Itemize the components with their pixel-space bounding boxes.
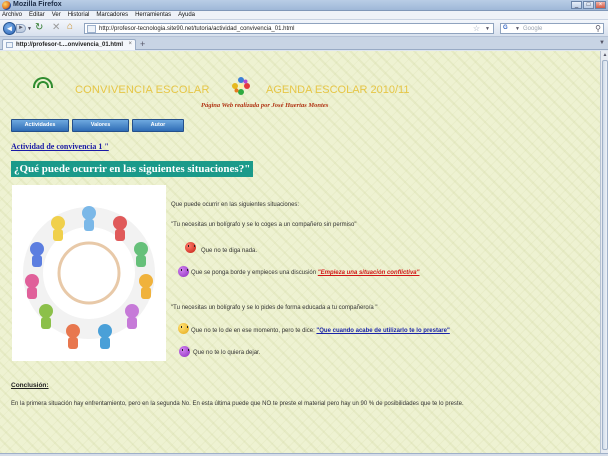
window-title: Mozilla Firefox [13, 1, 62, 8]
history-dropdown-icon[interactable]: ▼ [27, 26, 32, 32]
new-tab-button[interactable]: + [140, 40, 145, 49]
reload-icon[interactable]: ↻ [35, 23, 43, 33]
valores-button[interactable]: Valores [72, 119, 129, 132]
maximize-button[interactable]: □ [583, 1, 594, 9]
tab-favicon [6, 42, 13, 48]
flower-icon [232, 77, 250, 95]
scroll-up-icon[interactable]: ▲ [602, 52, 608, 58]
search-engine-icon[interactable]: G [503, 25, 508, 31]
url-bar[interactable]: http://profesor-tecnologia.site90.net/tu… [84, 23, 494, 34]
case2-text: "Tu necesitas un bolígrafo y se lo pides… [171, 305, 378, 311]
tab-active[interactable]: http://profesor-t....onvivencia_01.html … [2, 39, 136, 50]
tab-bar: http://profesor-t....onvivencia_01.html … [0, 37, 608, 50]
back-button[interactable]: ◄ [3, 22, 16, 35]
option3-text: Que no te lo de en ese momento, pero te … [191, 328, 450, 334]
scrollbar-thumb[interactable] [602, 60, 608, 450]
page-subtitle: Página Web realizada por José Huertas Mo… [201, 102, 329, 109]
page-content: CONVIVENCIA ESCOLAR AGENDA ESCOLAR 2010/… [0, 51, 600, 453]
menu-marcadores[interactable]: Marcadores [96, 12, 128, 18]
purple-smiley-icon [178, 266, 189, 277]
bookmark-star-icon[interactable]: ☆ [473, 24, 480, 33]
vertical-scrollbar[interactable]: ▲ [600, 51, 608, 453]
banner-convivencia: CONVIVENCIA ESCOLAR [75, 84, 210, 96]
actividades-button[interactable]: Actividades [11, 119, 69, 132]
url-dropdown-icon[interactable]: ▼ [485, 26, 490, 32]
menu-archivo[interactable]: Archivo [2, 12, 22, 18]
page-favicon [87, 25, 96, 33]
menu-ver[interactable]: Ver [52, 12, 61, 18]
tab-label[interactable]: http://profesor-t....onvivencia_01.html [16, 42, 123, 48]
stop-icon[interactable]: ✕ [52, 23, 60, 33]
search-icon[interactable]: ⚲ [595, 24, 601, 33]
lend-link[interactable]: "Que cuando acabe de utilizarlo te lo pr… [316, 328, 449, 334]
option1-text: Que no te diga nada. [201, 248, 258, 254]
happy-smiley-icon [178, 323, 189, 334]
option3-prefix: Que no te lo de en ese momento, pero te … [191, 328, 315, 334]
search-placeholder[interactable]: Google [523, 26, 542, 32]
url-text[interactable]: http://profesor-tecnologia.site90.net/tu… [99, 26, 294, 32]
window-controls: _ □ × [571, 1, 606, 9]
menu-historial[interactable]: Historial [68, 12, 90, 18]
search-bar[interactable]: G ▼ Google ⚲ [500, 23, 604, 34]
tabs-list-icon[interactable]: ▼ [599, 40, 605, 46]
banner-agenda: AGENDA ESCOLAR 2010/11 [266, 84, 410, 96]
home-icon[interactable]: ⌂ [67, 22, 73, 32]
junta-logo [31, 74, 55, 98]
sad-smiley-icon [179, 346, 190, 357]
minimize-button[interactable]: _ [571, 1, 582, 9]
firefox-icon [2, 1, 11, 10]
children-circle-image [12, 185, 166, 361]
search-engine-dropdown-icon[interactable]: ▼ [515, 26, 520, 32]
autor-button[interactable]: Autor [132, 119, 184, 132]
forward-button[interactable]: ► [16, 24, 26, 33]
option2-prefix: Que se ponga borde y empieces una discus… [191, 270, 317, 276]
title-bar: Mozilla Firefox _ □ × [0, 0, 608, 11]
intro-text: Que puede ocurrir en las siguientes situ… [171, 202, 300, 208]
navigation-toolbar: ◄ ► ▼ ↻ ✕ ⌂ http://profesor-tecnologia.s… [0, 20, 608, 37]
menu-ayuda[interactable]: Ayuda [178, 12, 195, 18]
conclusion-text: En la primera situación hay enfrentamien… [11, 401, 464, 407]
option4-text: Que no te lo quiera dejar. [193, 350, 261, 356]
conflict-link[interactable]: "Empieza una situación conflictiva" [318, 270, 420, 276]
close-button[interactable]: × [595, 1, 606, 9]
menu-herramientas[interactable]: Herramientas [135, 12, 171, 18]
question-heading: ¿Qué puede ocurrir en las siguientes sit… [11, 161, 254, 177]
menu-editar[interactable]: Editar [29, 12, 45, 18]
case1-text: "Tu necesitas un bolígrafo y se lo coges… [171, 222, 357, 228]
angry-smiley-icon [185, 242, 196, 253]
menu-bar: Archivo Editar Ver Historial Marcadores … [0, 11, 608, 20]
option2-text: Que se ponga borde y empieces una discus… [191, 270, 419, 276]
activity-link[interactable]: Actividad de convivencia 1 " [11, 142, 109, 151]
conclusion-heading: Conclusión: [11, 382, 49, 389]
tab-close-icon[interactable]: × [128, 41, 132, 47]
